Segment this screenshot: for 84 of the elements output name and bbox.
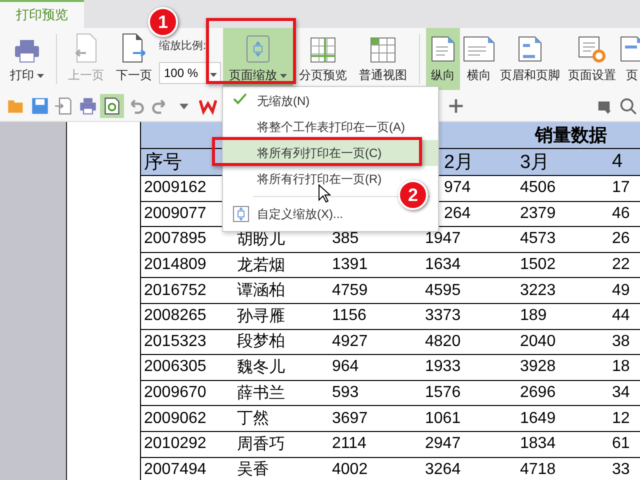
table-cell-text: 2006305 xyxy=(143,357,208,378)
table-cell-text: 3697 xyxy=(331,408,369,429)
table-cell-text: 2007494 xyxy=(143,460,208,480)
table-cell-text: 2009670 xyxy=(143,383,208,404)
table-cell-text: 谭涵柏 xyxy=(236,281,286,302)
table-cell-text: 17 xyxy=(611,178,631,198)
table-cell-text: 1576 xyxy=(424,383,462,404)
table-cell-text: 1502 xyxy=(519,255,557,276)
table-cell-text: 周香巧 xyxy=(236,434,286,455)
table-cell-text: 2696 xyxy=(519,383,557,404)
table-cell-text: 4573 xyxy=(519,229,557,250)
menu-item[interactable]: 将整个工作表打印在一页(A) xyxy=(223,114,438,140)
table-cell-text: 33 xyxy=(611,460,631,480)
table-cell-text: 22 xyxy=(611,255,631,276)
table-cell-text: 龙若烟 xyxy=(236,256,286,276)
table-cell-text: 3928 xyxy=(519,357,557,378)
table-cell-text: 1634 xyxy=(424,255,462,276)
column-header: 2月 xyxy=(443,151,475,175)
table-cell-text: 3264 xyxy=(424,460,462,480)
table-cell-text: 974 xyxy=(443,178,472,198)
table-cell-text: 2010292 xyxy=(143,434,208,454)
column-header: 3月 xyxy=(519,151,551,175)
table-cell-text: 2114 xyxy=(331,434,368,454)
table-cell-text: 4718 xyxy=(519,460,557,480)
table-cell-text: 4595 xyxy=(424,280,462,301)
table-cell-text: 38 xyxy=(611,332,631,352)
ribbon-button[interactable]: 普通视图 xyxy=(353,28,413,90)
table-cell-text: 189 xyxy=(519,306,548,326)
table-cell-text: 18 xyxy=(611,357,631,378)
table-cell-text: 2015323 xyxy=(143,332,208,352)
table-cell-text: 264 xyxy=(443,204,472,224)
table-cell-text: 593 xyxy=(331,383,360,404)
table-cell-text: 2009162 xyxy=(143,178,208,198)
ribbon-button[interactable]: 打印 xyxy=(4,28,50,90)
table-cell-text: 1834 xyxy=(519,434,557,454)
table-cell-text: 薛书兰 xyxy=(236,384,286,404)
table-cell-text: 吴香 xyxy=(236,460,270,480)
table-cell-text: 4002 xyxy=(331,460,369,480)
table-cell-text: 段梦柏 xyxy=(236,332,286,352)
ribbon-button[interactable]: 纵向 xyxy=(426,28,460,90)
table-cell-text: 46 xyxy=(611,204,631,224)
table-cell-text: 4820 xyxy=(424,332,462,352)
column-header: 序号 xyxy=(143,151,183,175)
table-cell-text: 4927 xyxy=(331,332,369,352)
table-cell-text: 26 xyxy=(611,229,631,250)
table-cell-text: 3373 xyxy=(424,306,462,326)
ribbon-button[interactable]: 横向 xyxy=(462,28,496,90)
table-cell-text: 魏冬儿 xyxy=(236,358,286,378)
table-cell-text: 2014809 xyxy=(143,255,208,276)
table-cell-text: 4506 xyxy=(519,178,557,198)
table-cell-text: 1391 xyxy=(331,255,369,276)
table-cell-text: 2947 xyxy=(424,434,462,454)
table-cell-text: 2379 xyxy=(519,204,557,224)
table-cell-text: 2040 xyxy=(519,332,557,352)
table-cell-text: 2007895 xyxy=(143,229,208,250)
column-header: 4 xyxy=(611,150,624,174)
ribbon-button[interactable]: 页眉和页脚 xyxy=(498,28,562,90)
zoom-field[interactable]: 100 % xyxy=(159,62,207,84)
table-cell-text: 1061 xyxy=(424,408,462,429)
ribbon-button[interactable]: 分页预览 xyxy=(295,28,351,90)
zoom-label: 缩放比例: xyxy=(159,38,208,53)
ribbon-button[interactable]: 页 xyxy=(622,28,640,90)
sheet-title: 销量数据 xyxy=(535,124,607,147)
table-cell-text: 34 xyxy=(611,383,631,404)
table-cell-text: 2016752 xyxy=(143,280,208,301)
table-cell-text: 1947 xyxy=(424,229,462,250)
table-cell-text: 4759 xyxy=(331,280,369,301)
table-cell-text: 2009077 xyxy=(143,204,208,224)
table-cell-text: 2009062 xyxy=(143,408,208,429)
table-cell-text: 49 xyxy=(611,280,631,301)
table-cell-text: 孙寻雁 xyxy=(236,306,286,327)
table-cell-text: 1933 xyxy=(424,357,462,378)
table-cell-text: 385 xyxy=(331,229,360,250)
table-cell-text: 3223 xyxy=(519,280,557,301)
table-cell-text: 2008265 xyxy=(143,306,208,326)
table-cell-text: 61 xyxy=(611,434,631,454)
table-cell-text: 1649 xyxy=(519,408,557,429)
table-cell-text: 44 xyxy=(611,306,631,326)
table-cell-text: 12 xyxy=(611,408,631,429)
ribbon-tab[interactable]: 打印预览 xyxy=(0,0,84,28)
ribbon-button[interactable]: 页面设置 xyxy=(564,28,620,90)
table-cell-text: 丁然 xyxy=(236,409,270,430)
table-cell-text: 1156 xyxy=(331,306,368,326)
table-cell-text: 964 xyxy=(331,357,360,378)
